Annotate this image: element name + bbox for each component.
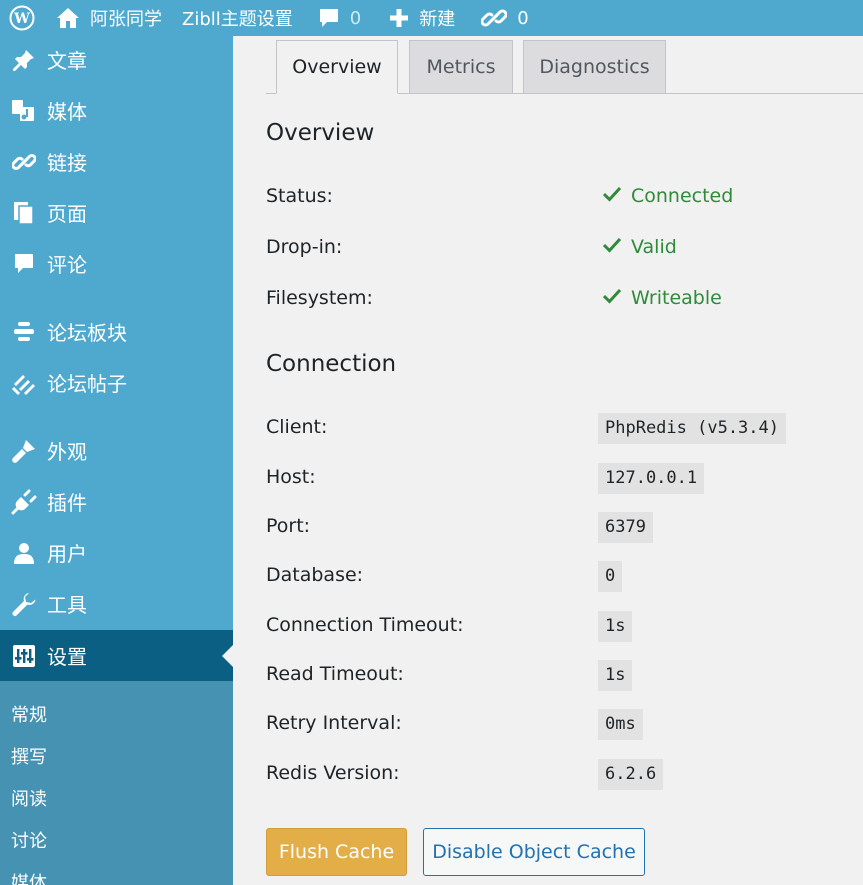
submenu-item-media[interactable]: 媒体 [11, 869, 47, 885]
comments-count: 0 [349, 7, 362, 29]
submenu-item-general[interactable]: 常规 [11, 701, 47, 727]
menu-item-tools[interactable]: 工具 [0, 578, 233, 629]
menu-item-users[interactable]: 用户 [0, 527, 233, 578]
retry-interval-value: 0ms [598, 709, 643, 740]
new-label: 新建 [419, 9, 456, 30]
filesystem-value: Writeable [602, 287, 722, 309]
menu-item-media[interactable]: 媒体 [0, 85, 233, 136]
database-value: 0 [598, 561, 623, 592]
forum-boards-icon [0, 320, 47, 344]
menu-item-plugins[interactable]: 插件 [0, 476, 233, 527]
host-value: 127.0.0.1 [598, 463, 705, 494]
settings-submenu: 常规 撰写 阅读 讨论 媒体 [0, 681, 233, 885]
submenu-item-discussion[interactable]: 讨论 [11, 827, 47, 853]
database-label: Database: [266, 564, 364, 586]
links-count: 0 [517, 7, 529, 29]
tools-icon [0, 591, 47, 617]
site-home-link[interactable]: 阿张同学 [56, 0, 162, 36]
connection-timeout-label: Connection Timeout: [266, 614, 464, 636]
disable-object-cache-button[interactable]: Disable Object Cache [423, 828, 645, 876]
menu-label: 文章 [47, 49, 87, 73]
menu-label: 设置 [47, 645, 87, 669]
read-timeout-label: Read Timeout: [266, 663, 404, 685]
port-value: 6379 [598, 512, 653, 543]
menu-label: 论坛帖子 [47, 372, 127, 396]
comment-icon [0, 252, 47, 276]
users-icon [0, 541, 47, 565]
redis-version-label: Redis Version: [266, 762, 400, 784]
menu-label: 媒体 [47, 100, 87, 124]
menu-label: 用户 [47, 542, 87, 566]
main-content: Overview Metrics Diagnostics Overview St… [233, 36, 863, 885]
connection-heading: Connection [266, 351, 397, 377]
client-value: PhpRedis (v5.3.4) [598, 413, 786, 444]
new-content-link[interactable]: 新建 [389, 0, 455, 36]
flush-cache-button[interactable]: Flush Cache [266, 828, 407, 876]
tab-overview[interactable]: Overview [276, 40, 398, 94]
chain-link-icon [481, 5, 508, 31]
menu-label: 论坛板块 [47, 321, 127, 345]
tab-bar: Overview Metrics Diagnostics [266, 40, 863, 94]
dropin-label: Drop-in: [266, 236, 343, 258]
filesystem-text: Writeable [631, 287, 722, 309]
theme-settings-link[interactable]: Zibll主题设置 [182, 0, 293, 36]
comments-link[interactable]: 0 [318, 0, 361, 36]
menu-item-posts[interactable]: 文章 [0, 34, 233, 85]
checkmark-icon [602, 236, 631, 258]
checkmark-icon [602, 185, 631, 207]
tab-diagnostics[interactable]: Diagnostics [523, 40, 666, 94]
settings-icon [0, 644, 47, 668]
dropin-text: Valid [631, 236, 677, 258]
port-label: Port: [266, 515, 311, 537]
menu-item-forum-posts[interactable]: 论坛帖子 [0, 357, 233, 408]
admin-bar: W 阿张同学 Zibll主题设置 0 新建 0 [0, 0, 863, 36]
forum-posts-icon [0, 370, 47, 396]
menu-item-forum-boards[interactable]: 论坛板块 [0, 306, 233, 357]
links-link[interactable]: 0 [481, 0, 529, 36]
read-timeout-value: 1s [598, 660, 633, 691]
submenu-item-writing[interactable]: 撰写 [11, 743, 47, 769]
connection-timeout-value: 1s [598, 611, 633, 642]
submenu-item-reading[interactable]: 阅读 [11, 785, 47, 811]
pages-icon [0, 201, 47, 225]
redis-version-value: 6.2.6 [598, 759, 664, 790]
checkmark-icon [602, 287, 631, 309]
dropin-value: Valid [602, 236, 677, 258]
retry-interval-label: Retry Interval: [266, 712, 402, 734]
menu-item-pages[interactable]: 页面 [0, 187, 233, 238]
menu-label: 页面 [47, 202, 87, 226]
home-icon [56, 7, 80, 29]
filesystem-label: Filesystem: [266, 287, 373, 309]
plugin-icon [0, 489, 47, 515]
menu-item-appearance[interactable]: 外观 [0, 425, 233, 476]
menu-item-settings[interactable]: 设置 [0, 630, 233, 681]
media-icon [0, 99, 47, 123]
menu-label: 外观 [47, 440, 87, 464]
menu-item-links[interactable]: 链接 [0, 136, 233, 187]
status-label: Status: [266, 185, 333, 207]
wordpress-logo-icon[interactable]: W [0, 0, 44, 36]
appearance-icon [0, 438, 47, 464]
menu-item-comments[interactable]: 评论 [0, 238, 233, 289]
status-value: Connected [602, 185, 734, 207]
menu-label: 工具 [47, 593, 87, 617]
svg-text:W: W [13, 11, 30, 27]
host-label: Host: [266, 466, 316, 488]
pushpin-icon [0, 48, 47, 72]
status-text: Connected [631, 185, 734, 207]
menu-label: 插件 [47, 491, 87, 515]
comment-bubble-icon [318, 7, 340, 29]
menu-label: 评论 [47, 253, 87, 277]
tab-metrics[interactable]: Metrics [409, 40, 513, 94]
menu-label: 链接 [47, 151, 87, 175]
admin-sidebar: 文章 媒体 链接 页面 评论 论坛板块 论坛帖子 外观 插件 用户 工具 设置 … [0, 36, 233, 885]
link-icon [0, 150, 47, 174]
overview-heading: Overview [266, 120, 375, 146]
plus-icon [389, 8, 409, 28]
client-label: Client: [266, 416, 328, 438]
site-name: 阿张同学 [90, 9, 162, 30]
